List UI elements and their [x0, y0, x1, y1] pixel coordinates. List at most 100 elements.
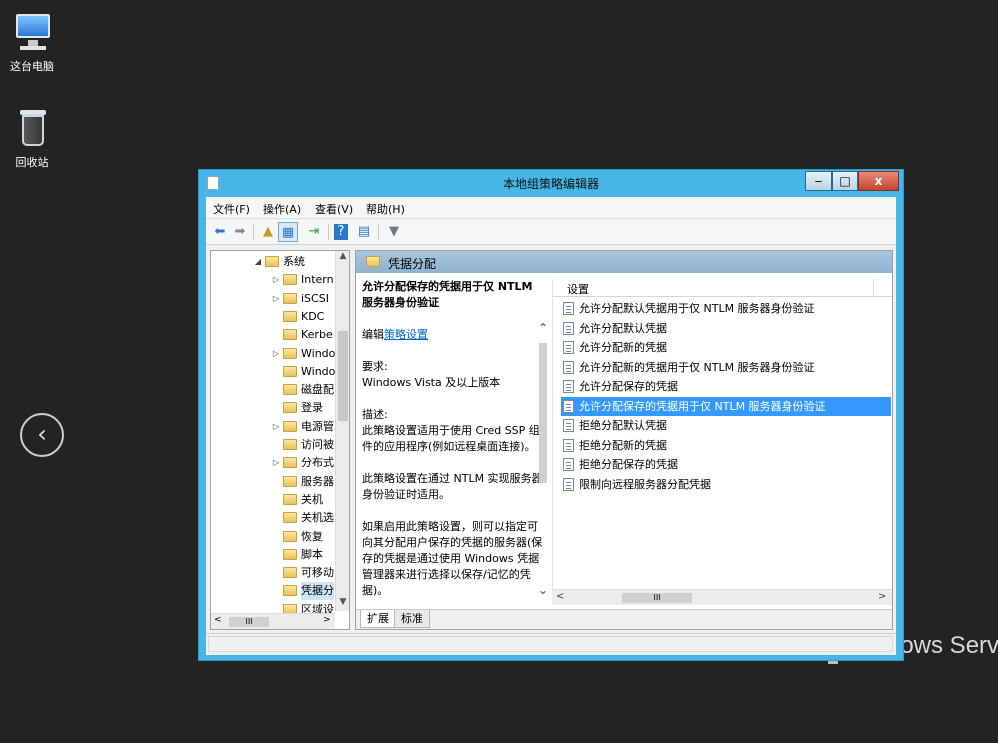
- policy-document-icon: [563, 380, 574, 393]
- setting-row[interactable]: 允许分配保存的凭据: [561, 377, 891, 396]
- tree-item[interactable]: 服务器: [211, 473, 337, 491]
- export-list-icon[interactable]: ⇥: [304, 222, 324, 242]
- menu-help[interactable]: 帮助(H): [366, 201, 405, 217]
- tree-item[interactable]: 访问被: [211, 436, 337, 454]
- menu-action[interactable]: 操作(A): [263, 201, 301, 217]
- description-paragraph: 此策略设置适用于使用 Cred SSP 组件的应用程序(例如远程桌面连接)。: [362, 424, 540, 453]
- tree-horizontal-scrollbar[interactable]: < III >: [211, 613, 335, 629]
- tree-item-label: 可移动: [301, 566, 334, 580]
- setting-label: 限制向远程服务器分配凭据: [579, 477, 711, 491]
- tree-item[interactable]: 关机: [211, 491, 337, 509]
- expander-icon[interactable]: ▷: [271, 290, 281, 308]
- requirements-value: Windows Vista 及以上版本: [362, 376, 501, 389]
- setting-row[interactable]: 拒绝分配默认凭据: [561, 416, 891, 435]
- folder-icon: [283, 365, 297, 377]
- tree-item[interactable]: KDC: [211, 308, 337, 326]
- edit-policy-link[interactable]: 策略设置: [384, 328, 428, 341]
- folder-icon: [283, 310, 297, 322]
- tree-item[interactable]: 脚本: [211, 546, 337, 564]
- tree-item[interactable]: Kerbe: [211, 326, 337, 344]
- setting-row[interactable]: 限制向远程服务器分配凭据: [561, 475, 891, 494]
- tree-item[interactable]: 恢复: [211, 528, 337, 546]
- setting-row[interactable]: 允许分配新的凭据: [561, 338, 891, 357]
- folder-icon: [283, 347, 297, 359]
- menu-file[interactable]: 文件(F): [213, 201, 250, 217]
- tree-item[interactable]: ▷ 分布式: [211, 454, 337, 472]
- chevron-left-icon: ‹: [37, 420, 47, 448]
- tree-item[interactable]: 可移动: [211, 564, 337, 582]
- tree-item[interactable]: ▷ Intern: [211, 271, 337, 289]
- back-navigation-button[interactable]: ‹: [20, 413, 64, 457]
- expander-icon[interactable]: ▷: [271, 345, 281, 363]
- tree-item[interactable]: ▷ iSCSI: [211, 290, 337, 308]
- setting-row[interactable]: 允许分配默认凭据: [561, 319, 891, 338]
- column-label: 设置: [567, 283, 589, 296]
- setting-row[interactable]: 拒绝分配新的凭据: [561, 436, 891, 455]
- maximize-button[interactable]: □: [832, 171, 858, 191]
- tree-vertical-scrollbar[interactable]: ▲ ▼: [335, 251, 349, 611]
- folder-icon: [283, 292, 297, 304]
- up-folder-icon[interactable]: ▲: [258, 222, 278, 242]
- edit-prefix: 编辑: [362, 328, 384, 341]
- expander-icon[interactable]: ▷: [271, 271, 281, 289]
- menu-view[interactable]: 查看(V): [315, 201, 353, 217]
- window-client: 文件(F) 操作(A) 查看(V) 帮助(H) ⬅ ➡ ▲ ▦ ⇥ ? ▤ ▼ …: [206, 197, 896, 655]
- tree-item-label: Windo: [301, 364, 336, 378]
- setting-row[interactable]: 允许分配新的凭据用于仅 NTLM 服务器身份验证: [561, 358, 891, 377]
- toolbar: ⬅ ➡ ▲ ▦ ⇥ ? ▤ ▼: [206, 219, 896, 245]
- desktop-icon-label: 这台电脑: [10, 60, 54, 73]
- policy-document-icon: [563, 360, 574, 374]
- folder-icon: [283, 548, 297, 560]
- navigation-tree: ◢ 系统 ▷ Intern ▷ iSCSI KDC Kerbe ▷ Windo Windo 磁盘配 登录…: [210, 250, 350, 630]
- tree-item-label: Windo: [301, 346, 336, 360]
- properties-icon[interactable]: ▤: [354, 222, 374, 242]
- description-scrollbar[interactable]: ⌃ ⌄: [536, 321, 552, 601]
- minimize-button[interactable]: ‒: [805, 171, 832, 191]
- expander-icon[interactable]: ▷: [271, 418, 281, 436]
- desktop-icon-this-pc[interactable]: 这台电脑: [0, 10, 64, 74]
- setting-row[interactable]: 拒绝分配保存的凭据: [561, 455, 891, 474]
- wallpaper-brand-text: lows Serv: [895, 632, 998, 659]
- expander-icon[interactable]: ▷: [271, 454, 281, 472]
- policy-document-icon: [563, 419, 574, 432]
- tree-item-label: 脚本: [301, 547, 323, 561]
- setting-label: 允许分配默认凭据用于仅 NTLM 服务器身份验证: [579, 302, 815, 315]
- close-button[interactable]: x: [858, 171, 899, 191]
- tab-extended[interactable]: 扩展: [360, 610, 396, 628]
- folder-icon: [283, 512, 297, 524]
- description-label: 描述:: [362, 408, 388, 421]
- tree-item[interactable]: 登录: [211, 399, 337, 417]
- help-icon[interactable]: ?: [334, 224, 348, 240]
- expander-icon[interactable]: ◢: [253, 253, 263, 271]
- tree-item[interactable]: 凭据分: [211, 582, 337, 601]
- tree-item[interactable]: ▷ 电源管: [211, 418, 337, 436]
- title-bar[interactable]: 本地组策略编辑器 ‒ □ x: [199, 170, 903, 197]
- setting-row[interactable]: 允许分配保存的凭据用于仅 NTLM 服务器身份验证: [561, 396, 891, 416]
- forward-arrow-icon[interactable]: ➡: [230, 222, 250, 242]
- tree-item[interactable]: ▷ Windo: [211, 345, 337, 363]
- tree-item[interactable]: ◢ 系统: [211, 253, 337, 271]
- setting-label: 拒绝分配新的凭据: [579, 438, 667, 452]
- tree-item[interactable]: Windo: [211, 363, 337, 381]
- settings-column-header[interactable]: 设置: [553, 279, 892, 297]
- folder-icon: [283, 585, 297, 597]
- back-arrow-icon[interactable]: ⬅: [210, 222, 230, 242]
- policy-document-icon: [563, 341, 574, 354]
- tree-item-label: 关机: [301, 492, 323, 506]
- details-header-title: 凭据分配: [388, 257, 437, 271]
- tree-item[interactable]: 磁盘配: [211, 381, 337, 399]
- show-hide-tree-icon[interactable]: ▦: [278, 222, 298, 242]
- setting-label: 拒绝分配保存的凭据: [579, 458, 678, 471]
- filter-icon[interactable]: ▼: [384, 222, 404, 242]
- tree-item[interactable]: 关机选: [211, 509, 337, 527]
- setting-row[interactable]: 允许分配默认凭据用于仅 NTLM 服务器身份验证: [561, 299, 891, 318]
- tree-item-label: 服务器: [301, 474, 334, 488]
- settings-horizontal-scrollbar[interactable]: < III >: [552, 589, 892, 605]
- folder-icon: [283, 420, 297, 432]
- settings-list: 设置 允许分配默认凭据用于仅 NTLM 服务器身份验证允许分配默认凭据 允许分配新…: [552, 279, 892, 589]
- extended-description: 允许分配保存的凭据用于仅 NTLM 服务器身份验证 编辑策略设置 要求: Win…: [356, 273, 552, 605]
- desktop-icon-recycle-bin[interactable]: 回收站: [0, 106, 64, 170]
- tab-standard[interactable]: 标准: [394, 610, 430, 628]
- policy-document-icon: [563, 458, 574, 471]
- tree-item-label: 电源管: [301, 419, 334, 433]
